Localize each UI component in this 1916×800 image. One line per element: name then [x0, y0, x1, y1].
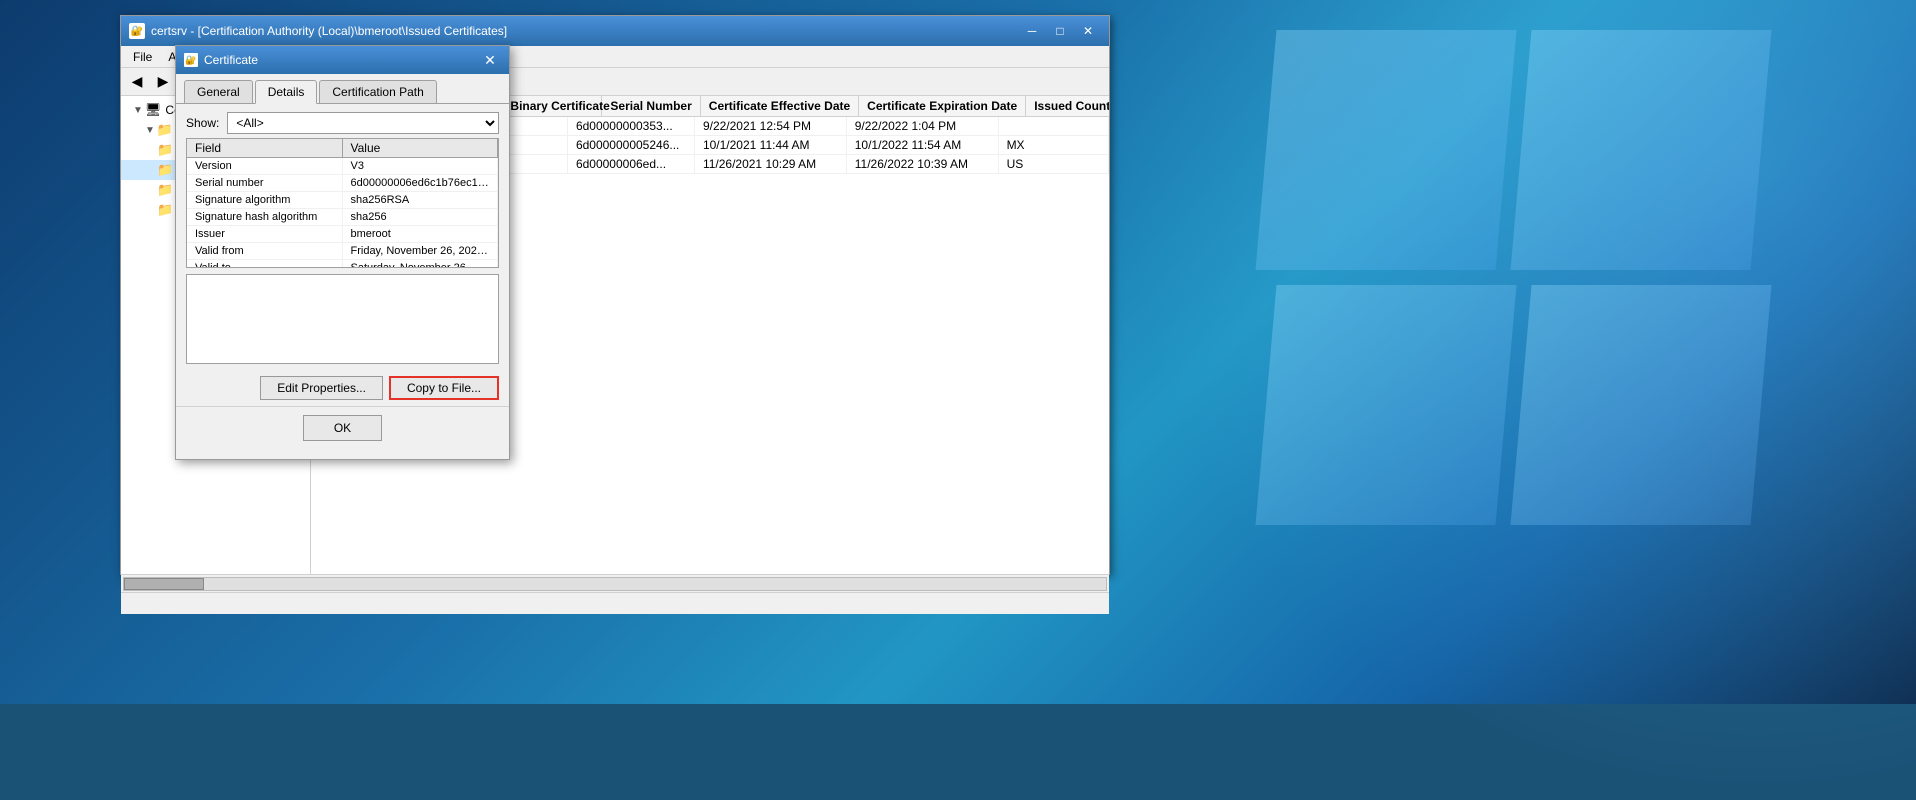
dialog-title-icon: 🔐 [184, 53, 198, 67]
cell-serial-2: 6d000000005246... [568, 136, 695, 154]
col-header-country[interactable]: Issued Country/Region [1026, 96, 1109, 116]
cell-country-1 [999, 117, 1109, 135]
win-logo-pane-tl [1256, 30, 1517, 270]
close-button[interactable]: ✕ [1075, 21, 1101, 41]
field-cell-valid-from-name: Valid from [187, 243, 343, 259]
minimize-button[interactable]: ─ [1019, 21, 1045, 41]
ok-button[interactable]: OK [303, 415, 382, 441]
win-logo-pane-br [1511, 285, 1772, 525]
cell-effective-2: 10/1/2021 11:44 AM [695, 136, 847, 154]
cell-serial-3: 6d00000006ed... [568, 155, 695, 173]
dialog-close-button[interactable]: ✕ [479, 51, 501, 69]
dialog-action-buttons: Edit Properties... Copy to File... [176, 370, 509, 406]
window-title: certsrv - [Certification Authority (Loca… [151, 24, 1019, 38]
field-cell-issuer-value: bmeroot [343, 226, 499, 242]
horizontal-scrollbar[interactable] [121, 574, 1109, 592]
field-cell-sig-hash-name: Signature hash algorithm [187, 209, 343, 225]
tab-general[interactable]: General [184, 80, 253, 103]
col-header-effective-date[interactable]: Certificate Effective Date [701, 96, 859, 116]
field-row-valid-to[interactable]: Valid to Saturday, November 26, 2022... [187, 260, 498, 268]
windows-logo [1266, 30, 1766, 530]
win-logo-pane-bl [1256, 285, 1517, 525]
field-cell-serial-value: 6d00000006ed6c1b76ec18af3... [343, 175, 499, 191]
cell-effective-1: 9/22/2021 12:54 PM [695, 117, 847, 135]
revoked-certs-icon: 📁 [157, 142, 173, 158]
win-logo-pane-tr [1511, 30, 1772, 270]
hscroll-track [123, 577, 1107, 591]
field-cell-version-name: Version [187, 158, 343, 174]
tab-details[interactable]: Details [255, 80, 318, 104]
field-row-serial[interactable]: Serial number 6d00000006ed6c1b76ec18af3.… [187, 175, 498, 192]
toolbar-back-button[interactable]: ◀ [125, 71, 149, 93]
field-cell-version-value: V3 [343, 158, 499, 174]
expand-icon-ca: ▼ [133, 105, 143, 116]
field-col-header-field: Field [187, 139, 343, 157]
failed-requests-icon: 📁 [157, 202, 173, 218]
field-cell-valid-from-value: Friday, November 26, 2021 10... [343, 243, 499, 259]
show-row: Show: <All> Version 1 Fields Extensions … [176, 104, 509, 138]
cell-expiration-2: 10/1/2022 11:54 AM [847, 136, 999, 154]
show-select[interactable]: <All> Version 1 Fields Extensions Critic… [227, 112, 499, 134]
dialog-ok-row: OK [176, 406, 509, 449]
hscroll-thumb[interactable] [124, 578, 204, 590]
cell-country-2: MX [999, 136, 1109, 154]
field-row-sig-algo[interactable]: Signature algorithm sha256RSA [187, 192, 498, 209]
ca-root-icon: 🖥 [145, 102, 162, 118]
dialog-titlebar: 🔐 Certificate ✕ [176, 46, 509, 74]
field-col-header-value: Value [343, 139, 499, 157]
issued-certs-icon: 📁 [157, 162, 173, 178]
window-title-icon: 🔐 [129, 23, 145, 39]
field-cell-valid-to-name: Valid to [187, 260, 343, 268]
status-bar [121, 592, 1109, 614]
menu-file[interactable]: File [125, 48, 160, 66]
field-cell-sig-hash-value: sha256 [343, 209, 499, 225]
field-row-sig-hash[interactable]: Signature hash algorithm sha256 [187, 209, 498, 226]
field-cell-sig-algo-name: Signature algorithm [187, 192, 343, 208]
toolbar-forward-button[interactable]: ▶ [151, 71, 175, 93]
window-titlebar: 🔐 certsrv - [Certification Authority (Lo… [121, 16, 1109, 46]
field-row-version[interactable]: Version V3 [187, 158, 498, 175]
value-display-box [186, 274, 499, 364]
col-header-expiration-date[interactable]: Certificate Expiration Date [859, 96, 1026, 116]
copy-to-file-button[interactable]: Copy to File... [389, 376, 499, 400]
window-controls: ─ □ ✕ [1019, 21, 1101, 41]
cell-expiration-3: 11/26/2022 10:39 AM [847, 155, 999, 173]
cell-country-3: US [999, 155, 1109, 173]
certificate-dialog: 🔐 Certificate ✕ General Details Certific… [175, 45, 510, 460]
field-cell-serial-name: Serial number [187, 175, 343, 191]
tab-certification-path[interactable]: Certification Path [319, 80, 436, 103]
field-cell-issuer-name: Issuer [187, 226, 343, 242]
col-header-serial-number[interactable]: Serial Number [602, 96, 700, 116]
edit-properties-button[interactable]: Edit Properties... [260, 376, 383, 400]
show-label: Show: [186, 116, 219, 130]
pending-requests-icon: 📁 [157, 182, 173, 198]
field-row-valid-from[interactable]: Valid from Friday, November 26, 2021 10.… [187, 243, 498, 260]
dialog-title-text: Certificate [204, 53, 479, 67]
field-row-issuer[interactable]: Issuer bmeroot [187, 226, 498, 243]
expand-icon-bmeroot: ▼ [145, 125, 155, 136]
cell-expiration-1: 9/22/2022 1:04 PM [847, 117, 999, 135]
col-header-binary-cert[interactable]: Binary Certificate [502, 96, 602, 116]
field-value-table: Field Value Version V3 Serial number 6d0… [186, 138, 499, 268]
cell-serial-1: 6d00000000353... [568, 117, 695, 135]
dialog-tabs: General Details Certification Path [176, 74, 509, 104]
bmeroot-icon: 📁 [157, 122, 173, 138]
field-cell-sig-algo-value: sha256RSA [343, 192, 499, 208]
field-table-header: Field Value [187, 139, 498, 158]
cell-effective-3: 11/26/2021 10:29 AM [695, 155, 847, 173]
field-cell-valid-to-value: Saturday, November 26, 2022... [343, 260, 499, 268]
maximize-button[interactable]: □ [1047, 21, 1073, 41]
